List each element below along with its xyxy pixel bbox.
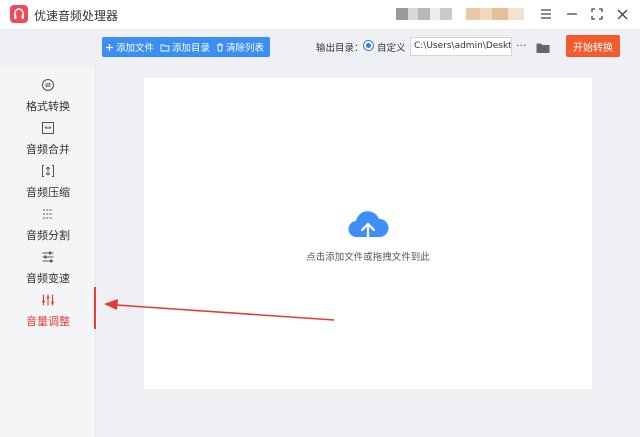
app-logo-icon bbox=[10, 5, 28, 23]
open-folder-button[interactable] bbox=[536, 39, 550, 58]
app-title: 优速音频处理器 bbox=[34, 9, 119, 23]
folder-outline-icon bbox=[160, 44, 170, 51]
format-convert-icon bbox=[42, 79, 54, 91]
custom-output-radio[interactable] bbox=[363, 40, 374, 51]
output-path-input[interactable]: C:\Users\admin\Desktop bbox=[410, 37, 512, 56]
user-name[interactable] bbox=[466, 8, 524, 20]
minimize-button[interactable] bbox=[562, 4, 582, 24]
fullscreen-icon bbox=[591, 8, 603, 20]
split-icon bbox=[43, 209, 53, 219]
sidebar-item-label: 音量调整 bbox=[26, 315, 70, 328]
sidebar-item-label: 音频分割 bbox=[26, 229, 70, 242]
output-dir-label: 输出目录： bbox=[316, 43, 364, 54]
folder-icon bbox=[536, 43, 550, 53]
file-button-group: 添加文件 添加目录 清除列表 bbox=[102, 37, 270, 57]
add-file-icon bbox=[106, 43, 113, 51]
sidebar-item-format-convert[interactable]: 格式转换 bbox=[0, 72, 96, 114]
sidebar-item-split[interactable]: 音频分割 bbox=[0, 201, 96, 243]
volume-adjust-icon bbox=[42, 294, 54, 306]
close-button[interactable] bbox=[612, 4, 632, 24]
sidebar-item-volume-adjust[interactable]: 音量调整 bbox=[0, 287, 96, 329]
active-indicator bbox=[94, 287, 96, 329]
add-folder-button[interactable]: 添加目录 bbox=[157, 37, 213, 57]
sidebar-item-label: 音频压缩 bbox=[26, 186, 70, 199]
more-options-button[interactable]: ··· bbox=[516, 39, 527, 52]
sidebar-item-label: 音频变速 bbox=[26, 272, 70, 285]
title-bar: 优速音频处理器 bbox=[0, 0, 640, 30]
minimize-icon bbox=[567, 13, 577, 15]
sidebar-item-speed[interactable]: 音频变速 bbox=[0, 244, 96, 286]
fullscreen-button[interactable] bbox=[587, 4, 607, 24]
merge-icon bbox=[42, 122, 54, 134]
sidebar-item-label: 音频合并 bbox=[26, 143, 70, 156]
user-avatar[interactable] bbox=[396, 8, 452, 20]
file-drop-area[interactable]: 点击添加文件或拖拽文件到此 bbox=[144, 78, 592, 389]
speed-icon bbox=[42, 251, 54, 263]
sidebar-item-label: 格式转换 bbox=[26, 100, 70, 113]
sidebar-item-compress[interactable]: 音频压缩 bbox=[0, 158, 96, 200]
trash-icon bbox=[217, 43, 224, 51]
custom-output-label[interactable]: 自定义 bbox=[377, 40, 406, 54]
menu-button[interactable] bbox=[536, 4, 556, 24]
sidebar: 格式转换 音频合并 音频压缩 音频分割 音频变速 音量调整 bbox=[0, 66, 96, 437]
start-convert-button[interactable]: 开始转换 bbox=[566, 35, 620, 57]
add-file-button[interactable]: 添加文件 bbox=[102, 37, 157, 57]
menu-icon bbox=[541, 9, 551, 19]
cloud-upload-icon bbox=[348, 211, 389, 243]
drop-hint-text: 点击添加文件或拖拽文件到此 bbox=[306, 252, 430, 263]
sidebar-item-merge[interactable]: 音频合并 bbox=[0, 115, 96, 157]
compress-icon bbox=[42, 165, 54, 177]
clear-list-button[interactable]: 清除列表 bbox=[213, 37, 267, 57]
close-icon bbox=[617, 9, 627, 19]
